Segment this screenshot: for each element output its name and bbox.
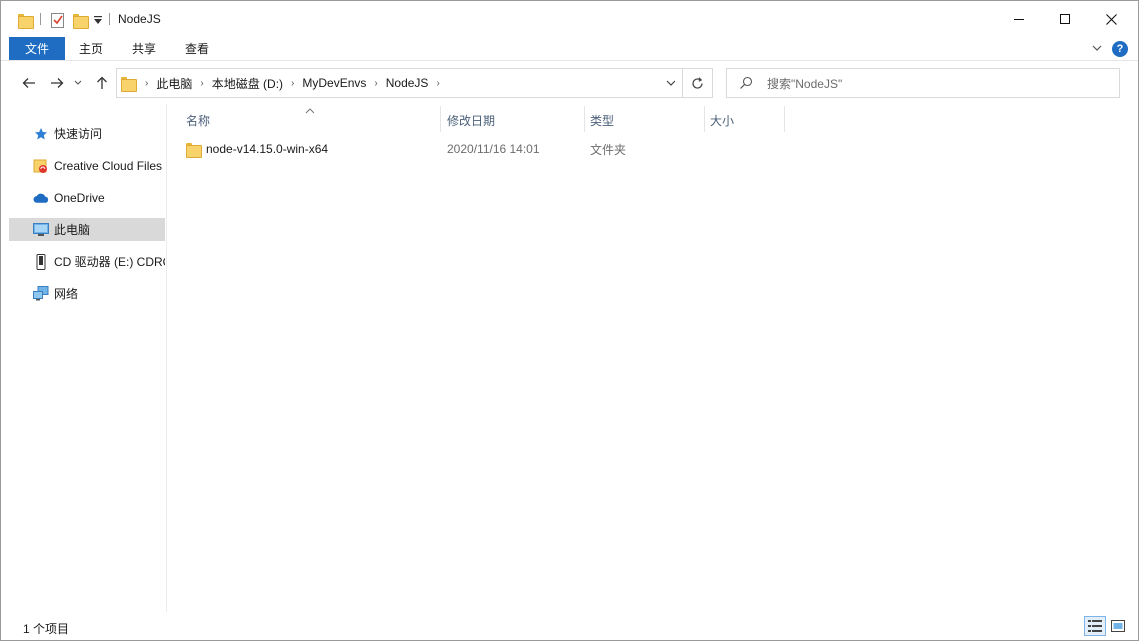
column-header-name[interactable]: 名称 — [180, 108, 440, 132]
sidebar-item-this-pc[interactable]: 此电脑 — [9, 218, 165, 241]
computer-icon — [33, 222, 49, 238]
navigation-bar: › 此电脑 › 本地磁盘 (D:) › MyDevEnvs › NodeJS ›… — [1, 63, 1138, 103]
status-bar: 1 个项目 — [1, 613, 1138, 640]
explorer-window: NodeJS 文件 主页 共享 查看 ? › 此电脑 › 本地磁盘 (D:) ›… — [0, 0, 1139, 641]
breadcrumb-this-pc[interactable]: 此电脑 — [152, 75, 196, 92]
recent-locations-icon[interactable] — [71, 72, 85, 94]
search-input[interactable]: 搜索"NodeJS" — [767, 75, 842, 92]
window-title: NodeJS — [118, 12, 161, 26]
details-view-button[interactable] — [1084, 616, 1106, 636]
customize-quick-access-icon[interactable] — [94, 11, 102, 29]
help-icon[interactable]: ? — [1112, 41, 1128, 57]
address-dropdown-icon[interactable] — [664, 76, 678, 90]
star-icon — [33, 126, 49, 142]
file-name: node-v14.15.0-win-x64 — [206, 142, 329, 156]
navigation-pane: 快速访问 Creative Cloud Files OneDrive 此电脑 C… — [1, 104, 167, 612]
expand-ribbon-icon[interactable] — [1091, 42, 1103, 54]
network-icon — [33, 286, 49, 302]
maximize-button[interactable] — [1042, 1, 1088, 37]
refresh-button[interactable] — [683, 68, 713, 98]
file-list: 名称 修改日期 类型 大小 node-v14.15.0-win-x64 2020… — [168, 104, 1138, 612]
file-type: 文件夹 — [590, 142, 627, 157]
folder-icon — [18, 11, 34, 29]
title-bar: NodeJS — [1, 1, 1138, 37]
quick-access-separator — [40, 13, 41, 25]
title-separator — [109, 13, 110, 25]
tab-share[interactable]: 共享 — [132, 37, 156, 60]
file-date: 2020/11/16 14:01 — [447, 142, 540, 156]
sidebar-item-cd-drive[interactable]: CD 驱动器 (E:) CDROM — [9, 250, 165, 273]
new-folder-icon[interactable] — [73, 11, 89, 29]
ribbon-tabs: 文件 主页 共享 查看 ? — [1, 37, 1138, 61]
breadcrumb-local-disk[interactable]: 本地磁盘 (D:) — [208, 75, 287, 92]
sidebar-item-quick-access[interactable]: 快速访问 — [9, 122, 165, 145]
table-row[interactable]: node-v14.15.0-win-x64 2020/11/16 14:01 文… — [180, 138, 800, 160]
back-button[interactable] — [19, 72, 39, 94]
tab-file[interactable]: 文件 — [9, 37, 65, 60]
minimize-button[interactable] — [996, 1, 1042, 37]
tab-home[interactable]: 主页 — [79, 37, 103, 60]
column-header-size[interactable]: 大小 — [704, 108, 784, 132]
item-count: 1 个项目 — [23, 622, 70, 636]
location-folder-icon — [121, 76, 137, 92]
cloud-icon — [33, 190, 49, 206]
breadcrumb-separator[interactable]: › — [287, 78, 298, 89]
properties-icon[interactable] — [51, 11, 65, 29]
close-button[interactable] — [1088, 1, 1134, 37]
column-header-date[interactable]: 修改日期 — [441, 108, 584, 132]
forward-button[interactable] — [47, 72, 67, 94]
sidebar-item-network[interactable]: 网络 — [9, 282, 165, 305]
search-icon — [740, 76, 753, 89]
column-divider[interactable] — [784, 106, 785, 132]
refresh-icon — [692, 76, 703, 89]
folder-icon — [186, 142, 202, 158]
large-icons-view-button[interactable] — [1107, 616, 1129, 636]
breadcrumb-separator[interactable]: › — [141, 78, 152, 89]
breadcrumb-mydevenvs[interactable]: MyDevEnvs — [298, 76, 370, 90]
file-name-cell[interactable]: node-v14.15.0-win-x64 — [186, 138, 328, 160]
breadcrumb-separator[interactable]: › — [432, 78, 443, 89]
sidebar-item-onedrive[interactable]: OneDrive — [9, 186, 165, 209]
large-icons-view-icon — [1111, 620, 1125, 632]
details-view-icon — [1088, 620, 1102, 632]
tab-view[interactable]: 查看 — [185, 37, 209, 60]
breadcrumb-separator[interactable]: › — [196, 78, 207, 89]
breadcrumb-separator[interactable]: › — [370, 78, 381, 89]
creative-cloud-icon — [33, 158, 49, 174]
sidebar-item-creative-cloud[interactable]: Creative Cloud Files — [9, 154, 165, 177]
column-header-type[interactable]: 类型 — [584, 108, 704, 132]
up-button[interactable] — [92, 72, 112, 94]
cd-drive-icon — [33, 253, 49, 270]
address-bar[interactable]: › 此电脑 › 本地磁盘 (D:) › MyDevEnvs › NodeJS › — [116, 68, 683, 98]
breadcrumb-nodejs[interactable]: NodeJS — [382, 76, 433, 90]
search-box[interactable]: 搜索"NodeJS" — [726, 68, 1120, 98]
